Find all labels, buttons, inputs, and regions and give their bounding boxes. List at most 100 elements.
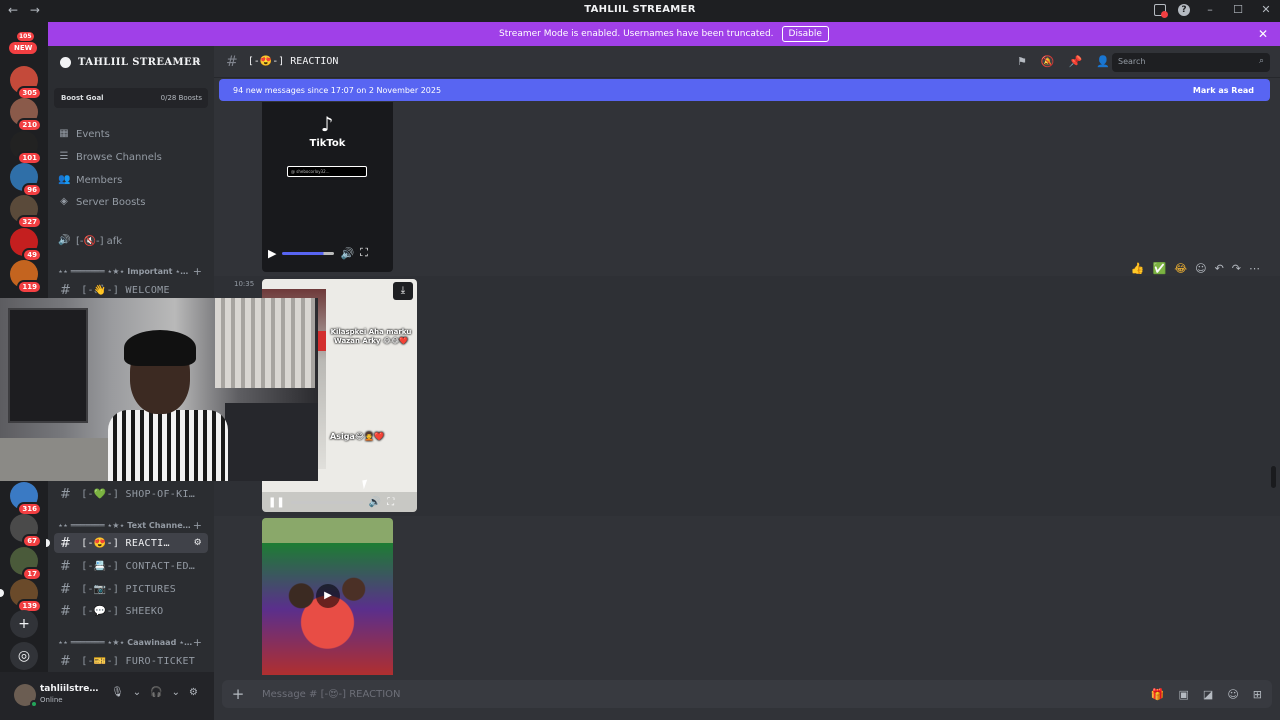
- download-icon[interactable]: ⤓: [393, 282, 413, 300]
- channel-contact[interactable]: # [-📇-] CONTACT-ED…: [54, 556, 208, 576]
- title-bar: ← → TAHLIIL STREAMER ? – ☐ ✕: [0, 0, 1280, 22]
- scrollbar[interactable]: [1271, 466, 1276, 488]
- close-window-button[interactable]: ✕: [1258, 3, 1274, 16]
- sticker-icon[interactable]: ◪: [1203, 688, 1213, 701]
- chevron-down-icon[interactable]: ⌄: [172, 687, 180, 698]
- server-icon[interactable]: 49: [10, 228, 42, 262]
- minimize-button[interactable]: –: [1202, 3, 1218, 16]
- server-icon[interactable]: 96: [10, 163, 42, 197]
- forward-icon[interactable]: ↷: [1232, 262, 1241, 275]
- close-icon[interactable]: ✕: [1258, 27, 1268, 41]
- user-panel: tahliilstre… Online 🎙 ⌄ 🎧 ⌄ ⚙: [0, 672, 214, 720]
- play-icon[interactable]: ▶: [268, 247, 276, 260]
- video-controls: ❚❚ 🔊 ⛶: [262, 492, 417, 512]
- user-controls: 🎙 ⌄ 🎧 ⌄ ⚙: [111, 687, 198, 698]
- gif-icon[interactable]: ▣: [1179, 688, 1189, 701]
- channel-shop[interactable]: # [-💚-] SHOP-OF-KI…: [54, 484, 208, 504]
- server-icon[interactable]: 67: [10, 514, 42, 548]
- message-timestamp: 10:35: [234, 280, 255, 288]
- disable-button[interactable]: Disable: [781, 26, 829, 42]
- headphones-icon[interactable]: 🎧: [150, 687, 162, 698]
- tiktok-logo-icon: ♪: [320, 112, 334, 136]
- channel-pictures[interactable]: # [-📷-] PICTURES: [54, 579, 208, 599]
- channel-sheeko[interactable]: # [-💬-] SHEEKO: [54, 601, 208, 621]
- channel-reaction[interactable]: # [-😍-] REACTI… ⚙: [46, 533, 208, 553]
- tiktok-handle: @ shebocorloy32...: [287, 166, 367, 177]
- message-input[interactable]: Message # [-😍-] REACTION: [262, 689, 401, 700]
- fullscreen-icon[interactable]: ⛶: [360, 246, 368, 260]
- help-icon[interactable]: ?: [1178, 3, 1190, 16]
- sidebar-item-events[interactable]: ▦ Events: [58, 124, 110, 144]
- channel-settings-icon[interactable]: ⚙: [194, 538, 202, 548]
- channel-welcome[interactable]: # [-👋-] WELCOME: [54, 280, 208, 300]
- pin-icon[interactable]: 📌: [1069, 55, 1083, 68]
- category-important[interactable]: ⋆⋆ ═══════ ⋆★⋆ Important ⋆… +: [58, 265, 204, 278]
- more-icon[interactable]: ⋯: [1249, 262, 1260, 275]
- add-channel-icon[interactable]: +: [193, 636, 202, 649]
- hash-icon: #: [60, 558, 72, 574]
- attach-icon[interactable]: +: [222, 685, 254, 703]
- channel-furo-ticket[interactable]: # [-🎫-] FURO-TICKET: [54, 651, 208, 671]
- sidebar-item-browse-channels[interactable]: ☰ Browse Channels: [58, 147, 162, 167]
- server-header[interactable]: TAHLIIL STREAMER ⌄: [48, 46, 214, 78]
- boost-icon: ◈: [60, 196, 68, 207]
- server-icon[interactable]: 210: [10, 98, 42, 132]
- threads-icon[interactable]: ⚑: [1017, 55, 1027, 68]
- mark-as-read-button[interactable]: Mark as Read: [1193, 86, 1254, 95]
- unread-badge: 67: [22, 534, 42, 548]
- members-icon: 👥: [58, 174, 71, 185]
- apps-icon[interactable]: ⊞: [1253, 688, 1262, 701]
- mute-icon[interactable]: 🔕: [1041, 55, 1055, 68]
- username[interactable]: tahliilstre…: [40, 684, 98, 694]
- speaker-icon: 🔊: [58, 235, 71, 246]
- tiktok-video[interactable]: ♪ TikTok @ shebocorloy32... ▶ 🔊 ⛶: [262, 102, 393, 272]
- add-channel-icon[interactable]: +: [193, 265, 202, 278]
- add-reaction-icon[interactable]: ☺: [1195, 262, 1206, 275]
- server-icon[interactable]: 327: [10, 195, 42, 229]
- chevron-down-icon[interactable]: ⌄: [133, 687, 141, 698]
- seek-bar[interactable]: [282, 251, 335, 255]
- volume-icon[interactable]: 🔊: [340, 247, 354, 260]
- voice-channel-afk[interactable]: 🔊 [-🔇-] afk: [58, 231, 122, 251]
- server-icon[interactable]: 139: [0, 579, 42, 613]
- gear-icon[interactable]: ⚙: [189, 687, 198, 698]
- emoji-icon[interactable]: ☺: [1227, 688, 1238, 701]
- category-caawinaad[interactable]: ⋆⋆ ═══════ ⋆★⋆ Caawinaad ⋆… +: [58, 636, 204, 649]
- reply-icon[interactable]: ↶: [1215, 262, 1224, 275]
- pause-icon[interactable]: ❚❚: [268, 497, 285, 508]
- server-icon[interactable]: 101: [10, 131, 42, 165]
- microphone-icon[interactable]: 🎙: [111, 687, 124, 698]
- add-channel-icon[interactable]: +: [193, 519, 202, 532]
- seek-bar[interactable]: [290, 500, 363, 504]
- play-icon[interactable]: ▶: [316, 584, 340, 608]
- search-input[interactable]: Search ⌕: [1112, 53, 1270, 72]
- search-icon: ⌕: [1258, 56, 1264, 66]
- discover-icon[interactable]: ◎: [10, 642, 38, 670]
- user-status: Online: [40, 696, 63, 704]
- reaction-joy[interactable]: 😂: [1174, 262, 1187, 275]
- server-icon[interactable]: 119: [10, 260, 42, 294]
- server-icon[interactable]: 305: [10, 66, 42, 100]
- server-name: TAHLIIL STREAMER: [78, 56, 201, 68]
- reaction-check[interactable]: ✅: [1153, 262, 1167, 275]
- sidebar-item-members[interactable]: 👥 Members: [58, 170, 122, 190]
- inbox-icon[interactable]: [1154, 3, 1168, 18]
- new-messages-bar[interactable]: 94 new messages since 17:07 on 2 Novembe…: [219, 79, 1270, 101]
- server-icon[interactable]: 17: [10, 547, 42, 581]
- sidebar-item-server-boosts[interactable]: ◈ Server Boosts: [58, 192, 145, 212]
- server-icon[interactable]: 316: [10, 482, 42, 516]
- category-text-channels[interactable]: ⋆⋆ ═══════ ⋆★⋆ Text Channe… +: [58, 519, 204, 532]
- new-badge[interactable]: NEW: [9, 42, 38, 54]
- video-attachment[interactable]: ▶: [262, 518, 393, 675]
- volume-icon[interactable]: 🔊: [369, 497, 381, 508]
- boost-goal[interactable]: Boost Goal 0/28 Boosts: [54, 88, 208, 108]
- reaction-thumbs-up[interactable]: 👍: [1131, 262, 1145, 275]
- message-composer[interactable]: + Message # [-😍-] REACTION 🎁 ▣ ◪ ☺ ⊞: [222, 680, 1272, 708]
- add-server-icon[interactable]: +: [10, 610, 38, 638]
- fullscreen-icon[interactable]: ⛶: [387, 497, 394, 508]
- video-controls: ▶ 🔊 ⛶: [268, 245, 392, 261]
- gift-icon[interactable]: 🎁: [1151, 688, 1165, 701]
- maximize-button[interactable]: ☐: [1230, 3, 1246, 16]
- online-status-icon: [30, 700, 38, 708]
- members-list-icon[interactable]: 👤: [1096, 55, 1110, 68]
